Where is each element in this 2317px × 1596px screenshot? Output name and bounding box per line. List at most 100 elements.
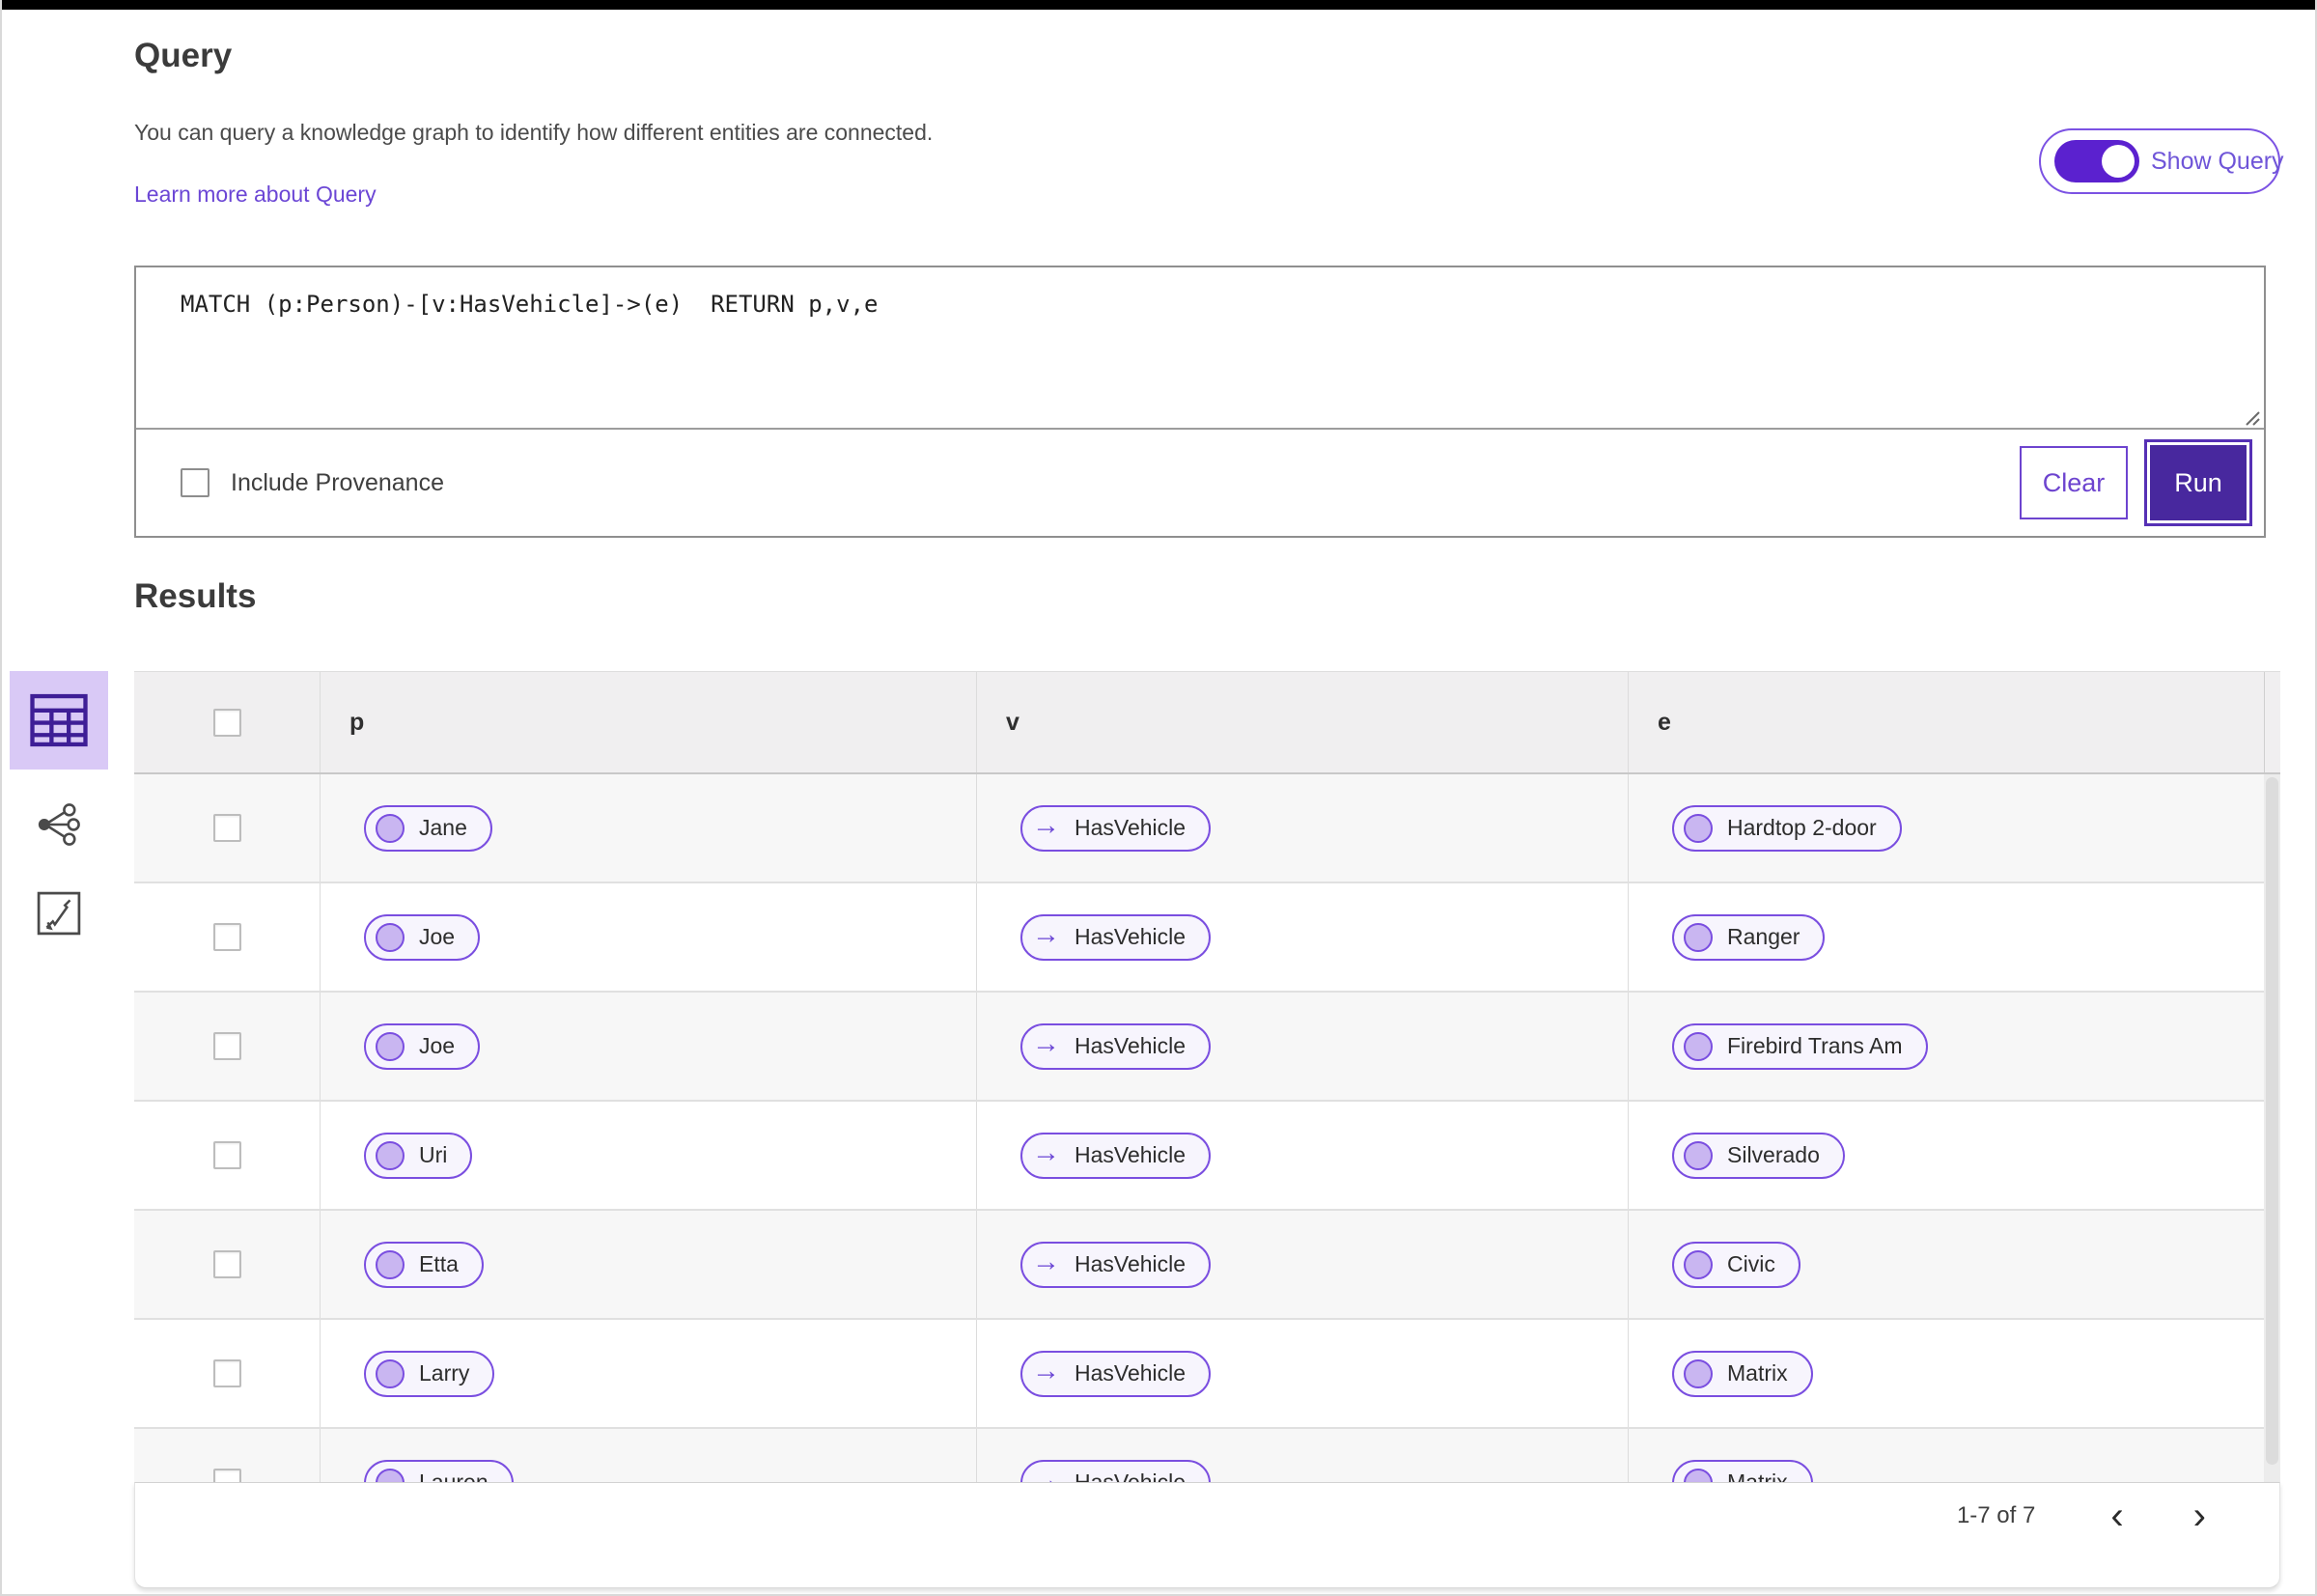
row-checkbox[interactable] <box>212 1469 241 1482</box>
row-checkbox[interactable] <box>212 1250 241 1278</box>
edge-arrow-icon: → <box>1032 1465 1060 1483</box>
node-label: Ranger <box>1727 924 1801 949</box>
query-footer-bar: Include Provenance Clear Run <box>136 428 2264 536</box>
node-label: Uri <box>419 1142 448 1167</box>
graph-view-button[interactable] <box>10 791 108 858</box>
edge-label: HasVehicle <box>1075 1360 1186 1386</box>
node-pill[interactable]: Lauren <box>364 1459 514 1482</box>
chevron-right-icon[interactable]: › <box>2188 1497 2212 1535</box>
node-circle-icon <box>1684 813 1713 843</box>
edge-label: HasVehicle <box>1075 815 1186 840</box>
node-label: Joe <box>419 924 456 949</box>
node-pill[interactable]: Matrix <box>1672 1459 1813 1482</box>
node-pill[interactable]: Etta <box>364 1241 484 1288</box>
node-circle-icon <box>1684 1468 1713 1482</box>
node-pill[interactable]: Silverado <box>1672 1132 1845 1179</box>
row-checkbox[interactable] <box>212 923 241 951</box>
node-pill[interactable]: Ranger <box>1672 913 1826 961</box>
node-pill[interactable]: Joe <box>364 913 481 961</box>
row-checkbox[interactable] <box>212 1141 241 1169</box>
node-label: Civic <box>1727 1251 1775 1276</box>
node-circle-icon <box>376 1140 405 1170</box>
pagination-footer: 1-7 of 7 ‹ › <box>134 1482 2280 1588</box>
edge-arrow-icon: → <box>1032 919 1060 950</box>
edge-pill[interactable]: → HasVehicle <box>1020 1022 1212 1070</box>
column-header-p[interactable]: p <box>321 672 977 772</box>
header-checkbox-cell <box>134 672 321 772</box>
chevron-left-icon[interactable]: ‹ <box>2105 1497 2129 1535</box>
show-query-toggle[interactable]: Show Query <box>2039 128 2284 194</box>
node-circle-icon <box>1684 1249 1713 1279</box>
results-section-title: Results <box>134 577 257 615</box>
node-circle-icon <box>376 1358 405 1388</box>
edge-pill[interactable]: → HasVehicle <box>1020 804 1212 852</box>
node-label: Matrix <box>1727 1360 1788 1386</box>
query-editor-panel: MATCH (p:Person)-[v:HasVehicle]->(e) RET… <box>134 266 2266 538</box>
node-circle-icon <box>1684 922 1713 952</box>
node-label: Lauren <box>419 1470 489 1482</box>
node-circle-icon <box>1684 1140 1713 1170</box>
table-row: Lauren → HasVehicle Matrix <box>134 1429 2280 1482</box>
node-circle-icon <box>376 1249 405 1279</box>
node-pill[interactable]: Joe <box>364 1022 481 1070</box>
clear-button[interactable]: Clear <box>2020 446 2128 519</box>
top-black-bar <box>2 0 2315 10</box>
table-scrollbar-track <box>2264 774 2280 1482</box>
learn-more-link[interactable]: Learn more about Query <box>134 182 377 208</box>
toggle-switch-icon[interactable] <box>2054 140 2139 182</box>
scrollbar-header-cap <box>2264 672 2280 772</box>
edge-label: HasVehicle <box>1075 1470 1186 1482</box>
edge-pill[interactable]: → HasVehicle <box>1020 1132 1212 1179</box>
query-input[interactable]: MATCH (p:Person)-[v:HasVehicle]->(e) RET… <box>136 267 2264 430</box>
node-label: Silverado <box>1727 1142 1820 1167</box>
table-body: Jane → HasVehicle Hardtop 2-door Joe → Has… <box>134 774 2280 1482</box>
node-label: Joe <box>419 1033 456 1058</box>
node-label: Larry <box>419 1360 470 1386</box>
node-pill[interactable]: Matrix <box>1672 1350 1813 1397</box>
table-scrollbar-thumb[interactable] <box>2266 777 2278 1465</box>
edge-pill[interactable]: → HasVehicle <box>1020 913 1212 961</box>
graph-view-icon <box>38 803 80 846</box>
node-circle-icon <box>376 1468 405 1482</box>
edge-arrow-icon: → <box>1032 1137 1060 1168</box>
results-panel: p v e Jane → HasVehicle Hardtop 2-door Jo… <box>134 671 2280 1588</box>
node-circle-icon <box>376 922 405 952</box>
app-page: Query You can query a knowledge graph to… <box>0 0 2317 1596</box>
node-label: Jane <box>419 815 467 840</box>
scatter-view-icon <box>37 891 81 936</box>
node-label: Hardtop 2-door <box>1727 815 1877 840</box>
resize-handle-icon[interactable] <box>2241 406 2260 426</box>
include-provenance-checkbox[interactable] <box>181 468 209 497</box>
node-pill[interactable]: Hardtop 2-door <box>1672 804 1902 852</box>
column-header-v[interactable]: v <box>977 672 1629 772</box>
table-row: Etta → HasVehicle Civic <box>134 1211 2280 1320</box>
node-pill[interactable]: Larry <box>364 1350 495 1397</box>
table-row: Joe → HasVehicle Ranger <box>134 883 2280 993</box>
pagination-range-label: 1-7 of 7 <box>1956 1502 2036 1528</box>
include-provenance-label: Include Provenance <box>231 468 444 496</box>
node-pill[interactable]: Firebird Trans Am <box>1672 1022 1928 1070</box>
query-section-title: Query <box>134 37 233 74</box>
row-checkbox[interactable] <box>212 1359 241 1387</box>
node-label: Etta <box>419 1251 459 1276</box>
node-pill[interactable]: Uri <box>364 1132 473 1179</box>
table-view-button[interactable] <box>10 671 108 770</box>
node-circle-icon <box>376 813 405 843</box>
table-row: Larry → HasVehicle Matrix <box>134 1320 2280 1429</box>
run-button[interactable]: Run <box>2144 439 2252 526</box>
table-view-icon <box>30 693 88 747</box>
node-pill[interactable]: Civic <box>1672 1241 1801 1288</box>
row-checkbox[interactable] <box>212 814 241 842</box>
node-label: Matrix <box>1727 1470 1788 1482</box>
view-mode-rail <box>10 671 108 947</box>
scatter-view-button[interactable] <box>10 880 108 947</box>
edge-pill[interactable]: → HasVehicle <box>1020 1241 1212 1288</box>
query-description: You can query a knowledge graph to ident… <box>134 120 934 145</box>
node-pill[interactable]: Jane <box>364 804 492 852</box>
edge-arrow-icon: → <box>1032 810 1060 841</box>
edge-pill[interactable]: → HasVehicle <box>1020 1459 1212 1483</box>
row-checkbox[interactable] <box>212 1032 241 1060</box>
select-all-checkbox[interactable] <box>212 708 241 737</box>
column-header-e[interactable]: e <box>1629 672 2264 772</box>
edge-pill[interactable]: → HasVehicle <box>1020 1350 1212 1397</box>
